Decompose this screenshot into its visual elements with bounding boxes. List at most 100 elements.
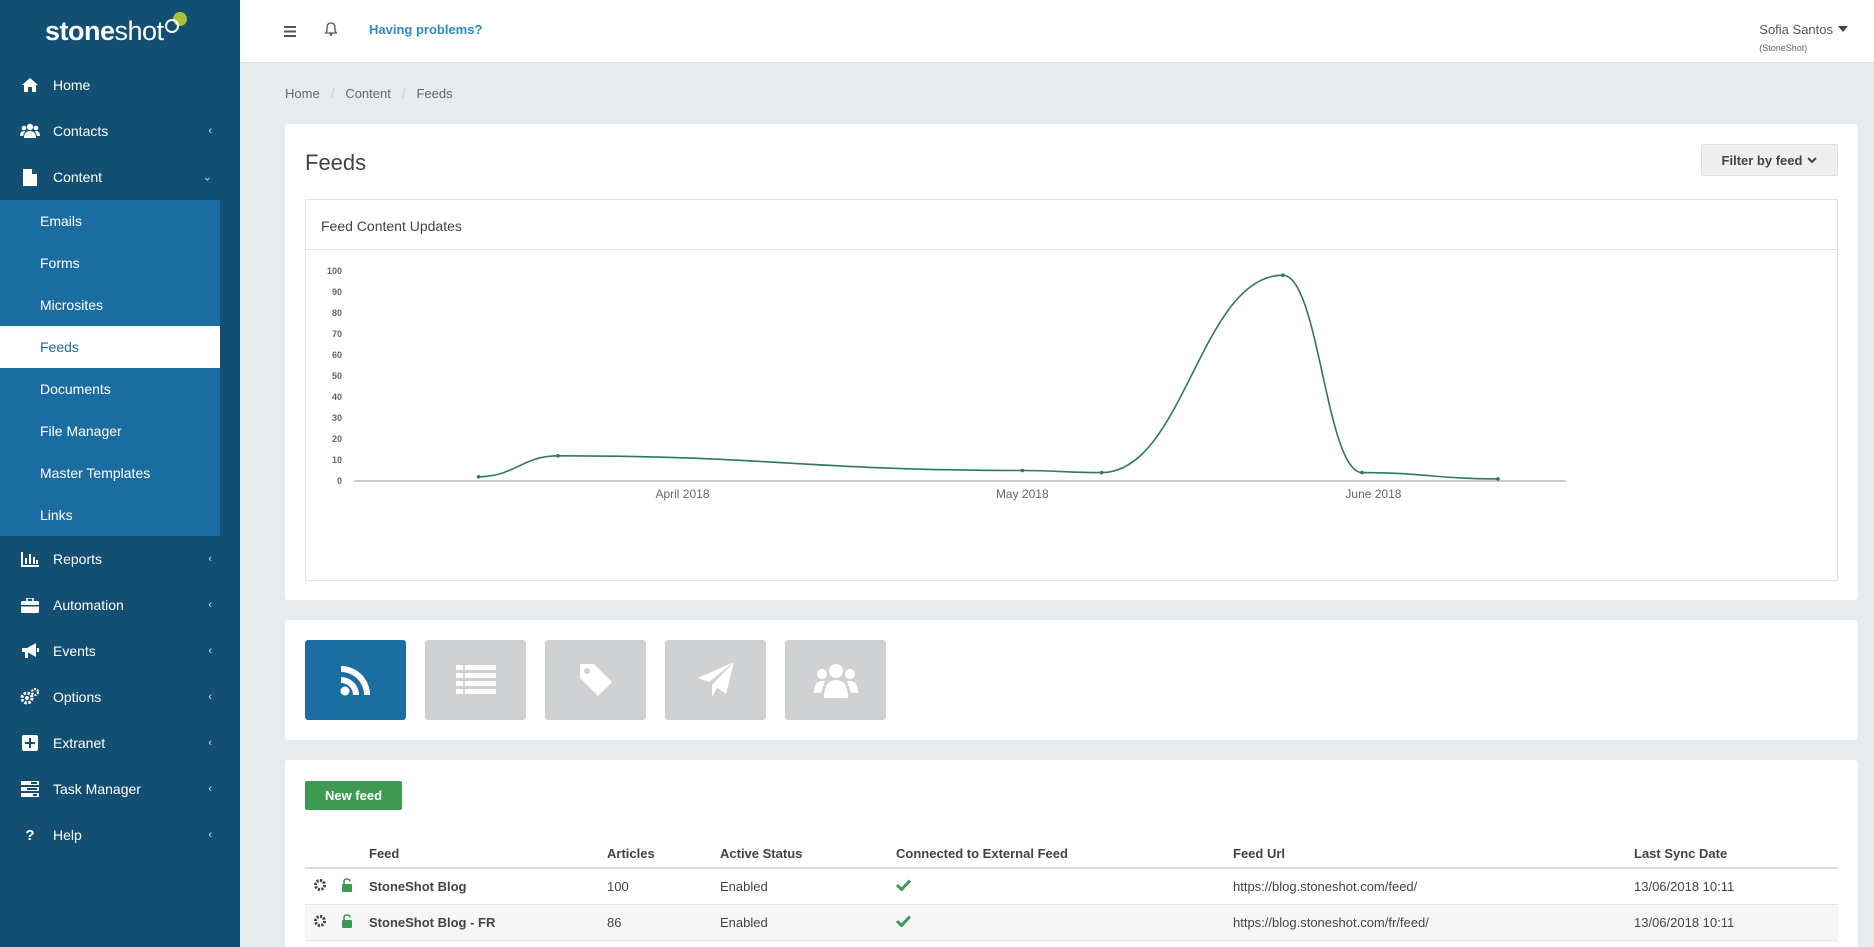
chevron-left-icon: ‹	[208, 645, 212, 657]
y-tick-label: 60	[332, 350, 342, 360]
y-tick-label: 100	[327, 266, 342, 276]
table-row: StoneShot Blog - FR 86 Enabled https://b…	[305, 904, 1838, 941]
paper-plane-icon	[697, 662, 734, 697]
check-icon	[895, 868, 1233, 905]
sidebar-item-events[interactable]: Events ‹	[0, 628, 240, 674]
feed-name[interactable]: StoneShot Blog - FR	[369, 904, 607, 941]
user-name: Sofia Santos	[1759, 22, 1833, 37]
bar-chart-icon	[19, 551, 41, 567]
group-icon	[813, 664, 858, 698]
question-icon: ?	[25, 826, 35, 844]
sidebar-item-help[interactable]: ? Help ‹	[0, 812, 240, 858]
sidebar-sub-microsites[interactable]: Microsites	[0, 284, 220, 326]
new-feed-button[interactable]: New feed	[305, 781, 402, 810]
bell-icon[interactable]	[324, 22, 338, 41]
col-active-status[interactable]: Active Status	[720, 840, 896, 869]
chevron-left-icon: ‹	[208, 691, 212, 703]
page-title: Feeds	[305, 150, 367, 175]
unlock-icon[interactable]	[333, 904, 369, 941]
chevron-down-icon: ⌄	[202, 171, 212, 184]
tasks-icon	[19, 781, 41, 797]
hamburger-menu-icon[interactable]	[284, 24, 296, 42]
user-menu[interactable]: Sofia Santos (StoneShot)	[1759, 22, 1848, 53]
breadcrumb-home[interactable]: Home	[285, 86, 320, 101]
sidebar-item-content[interactable]: Content ⌄	[0, 154, 240, 200]
sidebar-item-extranet[interactable]: Extranet ‹	[0, 720, 240, 766]
stoneshot-logo[interactable]: stoneshot	[0, 0, 240, 62]
sidebar-sub-feeds[interactable]: Feeds	[0, 326, 220, 368]
caret-down-icon	[1838, 26, 1848, 32]
active-status: Enabled	[720, 868, 896, 905]
col-feed[interactable]: Feed	[369, 840, 607, 869]
gear-icon[interactable]	[305, 904, 333, 941]
series-line	[478, 274, 1499, 480]
sidebar-item-home[interactable]: Home	[0, 62, 240, 108]
active-status: Enabled	[720, 904, 896, 941]
user-org: (StoneShot)	[1759, 43, 1808, 53]
tile-tags[interactable]	[545, 640, 646, 720]
tile-send[interactable]	[665, 640, 766, 720]
unlock-icon[interactable]	[333, 868, 369, 905]
col-connected[interactable]: Connected to External Feed	[896, 840, 1233, 869]
gear-icon[interactable]	[305, 868, 333, 905]
tag-icon	[579, 664, 612, 696]
sidebar-sub-forms[interactable]: Forms	[0, 242, 220, 284]
breadcrumb: Home / Content / Feeds	[285, 86, 453, 101]
last-sync-date: 13/06/2018 10:11	[1634, 868, 1838, 905]
breadcrumb-feeds: Feeds	[416, 86, 453, 101]
sidebar: stoneshot Home Contacts ‹ Content ⌄ Emai…	[0, 0, 240, 947]
y-tick-label: 90	[332, 287, 342, 297]
chart-title: Feed Content Updates	[306, 200, 1837, 250]
y-tick-label: 0	[337, 476, 342, 486]
y-tick-label: 40	[332, 392, 342, 402]
y-tick-label: 20	[332, 434, 342, 444]
chevron-left-icon: ‹	[208, 599, 212, 611]
chevron-left-icon: ‹	[208, 553, 212, 565]
table-row: StoneShot Blog 100 Enabled https://blog.…	[305, 868, 1838, 905]
data-point	[1360, 470, 1364, 475]
data-point	[1281, 273, 1285, 277]
y-tick-label: 80	[332, 308, 342, 318]
chevron-left-icon: ‹	[208, 783, 212, 795]
x-tick-label: June 2018	[1345, 487, 1401, 501]
tile-subscribers[interactable]	[785, 640, 886, 720]
article-count[interactable]: 86	[607, 904, 720, 941]
data-point	[476, 475, 481, 479]
sidebar-item-reports[interactable]: Reports ‹	[0, 536, 240, 582]
y-tick-label: 10	[332, 455, 342, 465]
megaphone-icon	[19, 643, 41, 659]
sidebar-sub-emails[interactable]: Emails	[0, 200, 220, 242]
sidebar-sub-master-templates[interactable]: Master Templates	[0, 452, 220, 494]
col-last-sync[interactable]: Last Sync Date	[1634, 840, 1838, 869]
sidebar-item-options[interactable]: Options ‹	[0, 674, 240, 720]
sidebar-sub-file-manager[interactable]: File Manager	[0, 410, 220, 452]
home-icon	[19, 77, 41, 93]
data-point	[1020, 468, 1025, 473]
feed-url-link[interactable]: https://blog.stoneshot.com/feed/	[1233, 868, 1634, 905]
sidebar-item-contacts[interactable]: Contacts ‹	[0, 108, 240, 154]
feed-url-link[interactable]: https://blog.stoneshot.com/fr/feed/	[1233, 904, 1634, 941]
feed-content-chart: Feed Content Updates 0 10 20 30 40 50 60 70 80 90…	[305, 199, 1838, 581]
feed-name[interactable]: StoneShot Blog	[369, 868, 607, 905]
sidebar-sub-links[interactable]: Links	[0, 494, 220, 536]
y-tick-label: 30	[332, 413, 342, 423]
filter-by-feed-button[interactable]: Filter by feed	[1701, 144, 1838, 176]
users-icon	[19, 123, 41, 139]
gears-icon	[19, 688, 41, 706]
sidebar-item-task-manager[interactable]: Task Manager ‹	[0, 766, 240, 812]
article-count[interactable]: 100	[607, 868, 720, 905]
feeds-table: Feed Articles Active Status Connected to…	[305, 840, 1838, 941]
col-feed-url[interactable]: Feed Url	[1233, 840, 1634, 869]
rss-icon	[340, 666, 370, 696]
content-submenu: Emails Forms Microsites Feeds Documents …	[0, 200, 220, 536]
file-icon	[19, 168, 41, 186]
breadcrumb-content[interactable]: Content	[345, 86, 391, 101]
tile-list[interactable]	[425, 640, 526, 720]
chevron-left-icon: ‹	[208, 125, 212, 137]
tile-rss[interactable]	[305, 640, 406, 720]
col-articles[interactable]: Articles	[607, 840, 720, 869]
having-problems-link[interactable]: Having problems?	[369, 22, 482, 37]
sidebar-item-automation[interactable]: Automation ‹	[0, 582, 240, 628]
sidebar-sub-documents[interactable]: Documents	[0, 368, 220, 410]
data-point	[556, 454, 560, 458]
